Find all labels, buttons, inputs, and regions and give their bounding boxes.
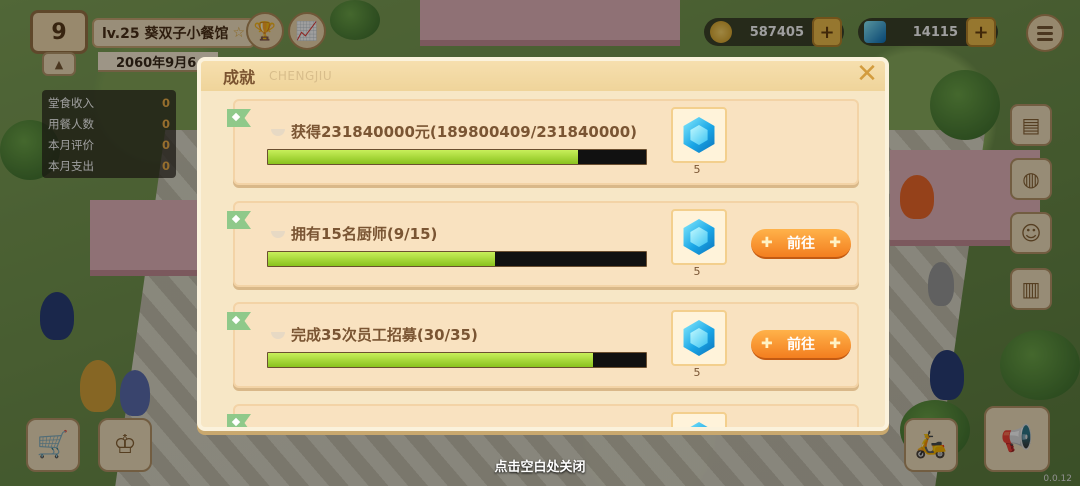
modal-header: 成就 CHENGJIU ✕ [201,61,885,91]
reward-box [671,310,727,366]
reward-count: 5 [693,366,701,379]
reward-count: 5 [693,265,701,278]
go-button[interactable]: ✚ 前往 ✚ [751,229,851,259]
achievement-card: 完成35次员工招募(30/35) 5 ✚ 前往 ✚ [227,302,859,388]
achievement-card: 获得231840000元(189800409/231840000) 5 [227,99,859,185]
reward-count: 5 [693,163,701,176]
gem-icon [683,219,715,255]
sparkle-icon: ✚ [829,336,841,352]
achievement-label: 完成35次员工招募(30/35) [291,326,478,344]
gem-icon [683,422,715,427]
bowl-icon [271,129,285,136]
bowl-icon [271,231,285,238]
sparkle-icon: ✚ [761,336,773,352]
gem-icon [683,117,715,153]
achievement-list[interactable]: 获得231840000元(189800409/231840000) 5 拥有15… [227,99,867,427]
flag-icon [227,312,251,330]
achievement-card: 拥有15名厨师(9/15) 5 ✚ 前往 ✚ [227,201,859,287]
go-button-label: 前往 [787,236,815,252]
achievement-label: 获得231840000元(189800409/231840000) [291,123,637,141]
achievements-modal: 成就 CHENGJIU ✕ 获得231840000元(189800409/231… [197,57,889,431]
bowl-icon [271,332,285,339]
gem-icon [683,320,715,356]
close-hint: 点击空白处关闭 [494,460,586,475]
progress-fill [268,252,495,266]
achievement-label: 拥有15名厨师(9/15) [291,225,438,243]
go-button-label: 前往 [787,337,815,353]
modal-title: 成就 [223,68,256,87]
reward-box [671,107,727,163]
achievement-progress-bar [267,149,647,165]
close-icon[interactable]: ✕ [855,61,879,87]
sparkle-icon: ✚ [761,235,773,251]
progress-fill [268,150,578,164]
flag-icon [227,414,251,427]
achievement-progress-bar [267,251,647,267]
flag-icon [227,211,251,229]
achievement-progress-bar [267,352,647,368]
reward-box [671,209,727,265]
achievement-card-partial [227,404,859,427]
go-button[interactable]: ✚ 前往 ✚ [751,330,851,360]
flag-icon [227,109,251,127]
modal-subtitle: CHENGJIU [269,69,333,83]
reward-box [671,412,727,427]
progress-fill [268,353,594,367]
sparkle-icon: ✚ [829,235,841,251]
